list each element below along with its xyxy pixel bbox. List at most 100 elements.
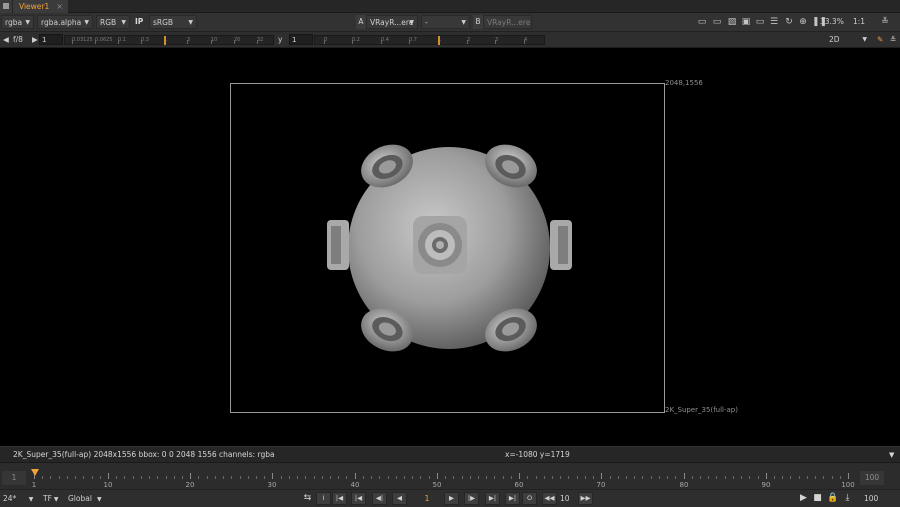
timeline-tick <box>642 476 643 479</box>
input-a-dropdown[interactable]: VRayR...ere ▼ <box>366 15 418 29</box>
timeline-frame-label: 100 <box>841 481 855 489</box>
in-out-toggle-button[interactable]: I <box>316 492 331 505</box>
next-frame-button[interactable]: |▶ <box>464 492 479 505</box>
current-frame-field[interactable]: 1 <box>414 492 440 505</box>
proxy-value: 1:1 <box>853 17 866 26</box>
timeline-tick <box>100 476 101 479</box>
paint-brush-icon[interactable]: ✎ <box>877 33 883 46</box>
overlay-icon[interactable]: ▣ <box>741 17 751 27</box>
tab-viewer1[interactable]: Viewer1 × <box>13 0 68 13</box>
slider-tick-label: 0.1 <box>118 37 126 43</box>
timeline-tick <box>445 476 446 479</box>
display-channels-dropdown[interactable]: RGB ▼ <box>96 15 130 29</box>
in-point-field[interactable]: 1 <box>2 471 26 485</box>
zebra-icon[interactable]: ▨ <box>727 17 737 27</box>
playhead-marker-icon[interactable] <box>31 469 39 476</box>
view-mode-dropdown[interactable]: 2D ▼ <box>826 33 870 47</box>
timeline-tick <box>198 476 199 479</box>
timeline-tick <box>716 476 717 479</box>
sync-icon[interactable]: ⇆ <box>302 493 313 504</box>
range-mode-value: Global <box>68 494 92 503</box>
time-mode-value: TF <box>43 494 52 503</box>
timeline-tick <box>462 476 463 479</box>
proxy-dropdown[interactable]: 1:1 <box>851 15 879 29</box>
last-frame-button[interactable]: ▶| <box>505 492 520 505</box>
fps-dropdown[interactable]: 24* ▼ <box>1 492 37 505</box>
viewer-canvas[interactable]: 2048,1556 2K_Super_35(full-ap) <box>0 48 900 446</box>
input-b-dropdown[interactable]: VRayR...ere <box>483 15 532 29</box>
skip-forward-button[interactable]: ▶▶ <box>578 492 593 505</box>
next-keyframe-button[interactable]: ▶| <box>485 492 500 505</box>
timeline-tick <box>478 476 479 479</box>
end-frame-field[interactable]: 100 <box>864 492 878 505</box>
input-process-button[interactable]: IP <box>135 15 143 29</box>
timeline-tick <box>133 476 134 479</box>
gamma-input[interactable]: 1 <box>289 34 313 45</box>
timeline-tick <box>790 476 791 479</box>
time-mode-dropdown[interactable]: TF ▼ <box>41 492 61 505</box>
panel-menu-icon[interactable] <box>0 0 12 13</box>
toolbar-collapse-icon[interactable]: ≚ <box>890 33 896 46</box>
play-backward-button[interactable]: ◀ <box>392 492 407 505</box>
out-toggle-button[interactable]: O <box>522 492 537 505</box>
slider-tick <box>324 40 325 44</box>
timeline-tick <box>601 473 602 479</box>
zoom-dropdown[interactable]: 33.3% <box>818 15 848 29</box>
timeline-tick <box>519 473 520 479</box>
range-mode-dropdown[interactable]: Global ▼ <box>66 492 106 505</box>
clipping-warning-icon[interactable]: ▭ <box>712 17 722 27</box>
gamma-slider[interactable]: 00.20.40.71234 <box>314 35 545 45</box>
out-point-field[interactable]: 100 <box>860 471 884 485</box>
timeline-tick <box>231 476 232 479</box>
timeline-tick <box>511 476 512 479</box>
composite-mode-value: - <box>425 18 428 27</box>
lock-icon[interactable]: 🔒 <box>827 493 838 504</box>
target-icon[interactable]: ⊕ <box>798 17 808 27</box>
timeline-tick <box>782 476 783 479</box>
tab-label: Viewer1 <box>19 2 50 11</box>
fstop-label: f/8 <box>13 35 23 44</box>
toolbar-collapse-icon[interactable]: ≚ <box>880 17 890 27</box>
gain-decrease-icon[interactable]: ◀ <box>3 33 9 46</box>
timeline-track[interactable]: 1 10 20 30 40 50 60 70 80 90 100 <box>30 463 855 490</box>
composite-mode-dropdown[interactable]: - ▼ <box>421 15 470 29</box>
alpha-channel-value: rgba.alpha <box>41 18 82 27</box>
info-expand-icon[interactable]: ▼ <box>889 449 894 461</box>
timeline-tick <box>124 476 125 479</box>
gamma-label: y <box>278 35 283 44</box>
stop-icon[interactable]: ■ <box>812 493 823 504</box>
skip-back-button[interactable]: ◀◀ <box>542 492 557 505</box>
prev-keyframe-button[interactable]: |◀ <box>351 492 366 505</box>
first-frame-button[interactable]: |◀ <box>332 492 347 505</box>
lut-icon[interactable]: ☰ <box>769 17 779 27</box>
prev-frame-button[interactable]: ◀| <box>372 492 387 505</box>
close-icon[interactable]: × <box>56 0 63 13</box>
slider-handle[interactable] <box>438 36 440 45</box>
skip-increment-field[interactable]: 10 <box>560 492 570 505</box>
channels-dropdown[interactable]: rgba ▼ <box>1 15 34 29</box>
chevron-down-icon: ▼ <box>862 36 867 43</box>
timeline-tick <box>297 476 298 479</box>
roi-icon[interactable]: ▭ <box>697 17 707 27</box>
timeline-tick <box>758 476 759 479</box>
timeline-tick <box>215 476 216 479</box>
gain-slider[interactable]: 0.031250.06250.10.313102032 <box>64 35 274 45</box>
timeline-tick <box>346 476 347 479</box>
timeline-frame-label: 60 <box>514 481 524 489</box>
gain-input[interactable]: 1 <box>39 34 63 45</box>
colorspace-dropdown[interactable]: sRGB ▼ <box>149 15 197 29</box>
tab-bar: Viewer1 × <box>0 0 900 13</box>
export-icon[interactable]: ⤓ <box>842 493 853 504</box>
screen-icon[interactable]: ▭ <box>755 17 765 27</box>
slider-tick <box>72 40 73 44</box>
timeline[interactable]: 1 1 10 20 30 40 50 60 70 80 90 100 100 <box>0 462 900 489</box>
flipbook-icon[interactable]: ▶ <box>798 493 809 504</box>
gain-increase-icon[interactable]: ▶ <box>32 33 38 46</box>
timeline-tick <box>552 476 553 479</box>
timeline-tick <box>667 476 668 479</box>
viewer-toolbar-top: rgba ▼ rgba.alpha ▼ RGB ▼ IP sRGB ▼ A VRayR.… <box>0 13 900 32</box>
play-forward-button[interactable]: ▶ <box>444 492 459 505</box>
alpha-channel-dropdown[interactable]: rgba.alpha ▼ <box>37 15 93 29</box>
refresh-icon[interactable]: ↻ <box>784 17 794 27</box>
slider-handle[interactable] <box>164 36 166 45</box>
